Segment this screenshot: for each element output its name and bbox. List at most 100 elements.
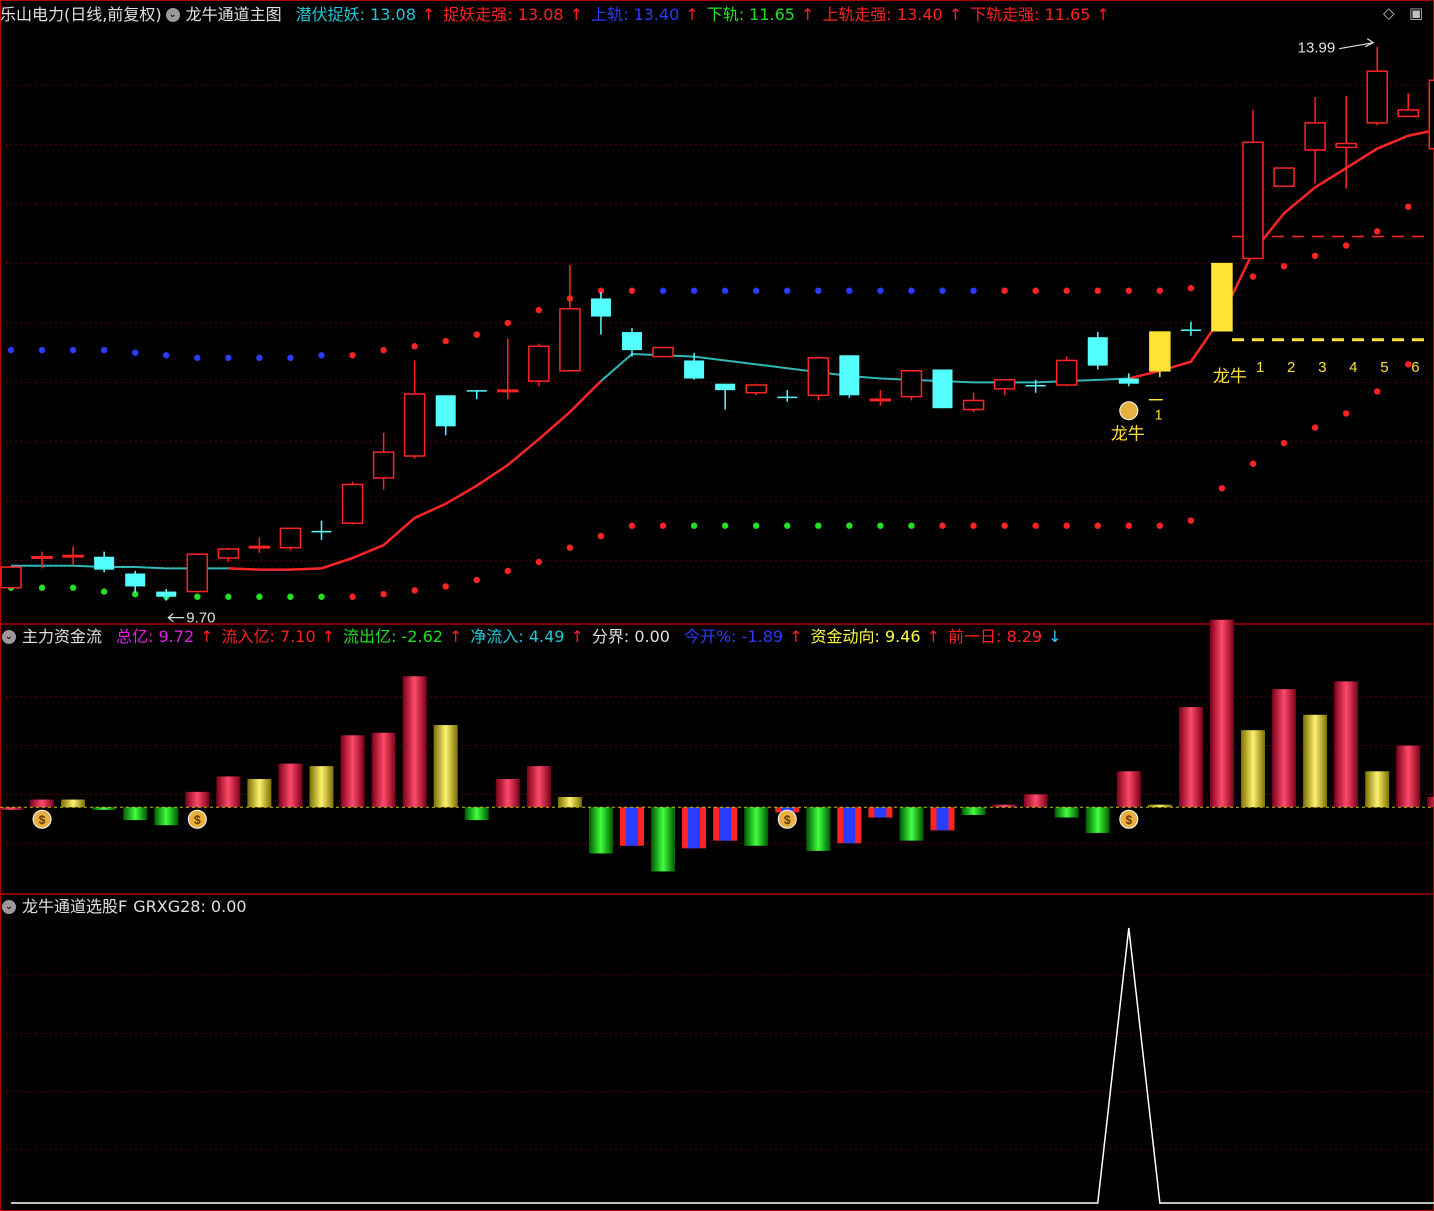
candle-body <box>1025 384 1046 387</box>
candle-body <box>528 345 550 382</box>
flow-bar <box>402 676 427 808</box>
upper-band-dot <box>784 287 791 294</box>
candle-body <box>311 530 332 533</box>
candle-body <box>1211 262 1233 332</box>
flow-value-item-3: 净流入: 4.49 <box>470 627 565 646</box>
day-count-label: 5 <box>1380 359 1388 376</box>
main-value-arrow-0: ↑ <box>421 5 436 24</box>
flow-value-arrow-5: ↑ <box>789 627 803 646</box>
flow-bar <box>340 735 365 808</box>
lower-band-dot <box>1094 522 1101 529</box>
candle-body <box>1180 329 1201 331</box>
upper-band-dot <box>411 343 418 350</box>
candle-body <box>1242 141 1264 260</box>
flow-value-item-4: 分界: 0.00 <box>591 627 670 646</box>
candle-body <box>1366 70 1388 124</box>
candle-body <box>900 370 923 398</box>
main-value-arrow-2: ↑ <box>685 5 699 24</box>
lower-band-dot <box>411 587 418 594</box>
lower-band-dot <box>846 522 853 529</box>
money-bag-glyph: $ <box>194 813 201 827</box>
candle-body <box>248 545 271 549</box>
lower-band-dot <box>100 588 108 595</box>
flow-bar <box>1023 794 1048 808</box>
candle-body <box>1273 167 1295 187</box>
selection-menu-icon[interactable]: ⌄ <box>2 900 16 914</box>
lower-band-dot <box>318 593 325 600</box>
window-icon[interactable]: ▣ <box>1409 4 1423 22</box>
selection-indicator-name[interactable]: 龙牛通道选股F <box>22 896 127 918</box>
flow-bar-inner <box>626 807 638 846</box>
lower-band-dot <box>597 532 605 540</box>
upper-band-dot <box>535 306 543 314</box>
candle-body <box>497 389 519 393</box>
stock-chart[interactable]: 13.999.701龙牛龙牛1234567$$$$ <box>0 0 1434 1211</box>
stock-title[interactable]: 乐山电力(日线,前复权) <box>0 4 162 26</box>
upper-band-dot <box>100 346 108 354</box>
candle-body <box>777 396 798 399</box>
upper-band-dot <box>939 287 946 294</box>
flow-bar <box>278 763 303 808</box>
candle-body <box>839 355 860 396</box>
upper-band-dot <box>1249 273 1257 280</box>
signal-label-2: 龙牛 <box>1213 367 1247 387</box>
money-bag-icon <box>1119 401 1139 421</box>
upper-band-dot <box>349 352 356 359</box>
candle-body <box>932 369 953 409</box>
candle-body <box>31 555 53 559</box>
indicator-menu-icon[interactable]: ⌄ <box>165 8 180 22</box>
lower-band-dot <box>1280 439 1288 447</box>
flow-bar-inner <box>874 807 887 818</box>
upper-band-dot <box>908 287 915 294</box>
upper-band-dot <box>442 337 449 345</box>
money-bag-glyph: $ <box>39 813 46 827</box>
upper-band-dot <box>1342 242 1350 249</box>
flow-bar <box>495 778 520 808</box>
flow-bar <box>1116 771 1141 808</box>
flow-bar-inner <box>936 807 949 831</box>
upper-band-dot <box>721 287 729 294</box>
selection-panel-header: ⌄ 龙牛通道选股F GRXG28: 0.00 <box>0 896 253 918</box>
upper-band-dot <box>318 352 325 359</box>
upper-band-dot <box>877 287 884 294</box>
upper-band-dot <box>1063 287 1070 294</box>
lower-band-dot <box>1032 522 1039 529</box>
candle-body <box>0 566 22 589</box>
candle-body <box>993 379 1016 390</box>
main-value-item-2: 上轨: 13.40 <box>591 5 680 24</box>
main-value-item-4: 上轨走强: 13.40 <box>822 5 943 24</box>
flow-bar <box>1272 689 1297 808</box>
max-price-label: 13.99 <box>1298 40 1336 57</box>
candle-body <box>1335 142 1357 149</box>
lower-band-dot <box>1156 522 1164 529</box>
upper-band-dot <box>380 346 387 354</box>
candle-body <box>622 332 642 351</box>
candle-body <box>1087 337 1108 366</box>
upper-band-dot <box>38 346 46 354</box>
flow-bar <box>30 799 55 808</box>
upper-band-dot <box>1156 287 1164 294</box>
lower-band-dot <box>1342 410 1350 417</box>
flow-bar <box>1178 707 1203 808</box>
lower-band-dot <box>287 593 294 600</box>
flow-indicator-name[interactable]: 主力资金流 <box>22 626 102 648</box>
upper-band-dot <box>753 287 760 294</box>
main-value-arrow-5: ↑ <box>1096 5 1110 24</box>
lower-band-dot <box>504 567 511 575</box>
candle-body <box>279 527 302 549</box>
lower-band-dot <box>1374 388 1381 395</box>
day-count-label: 3 <box>1318 359 1326 376</box>
flow-bar <box>899 807 924 841</box>
lower-band-dot <box>349 593 356 600</box>
upper-band-dot <box>194 354 201 362</box>
diamond-icon[interactable]: ◇ <box>1383 4 1395 22</box>
candle-body <box>62 554 84 558</box>
flow-bar <box>588 807 613 854</box>
flow-bar <box>651 807 676 872</box>
candle-body <box>807 357 830 397</box>
candle-body <box>1118 378 1139 384</box>
flow-menu-icon[interactable]: ⌄ <box>2 630 16 644</box>
indicator-name[interactable]: 龙牛通道主图 <box>186 4 282 26</box>
lower-band-dot <box>473 576 480 584</box>
lower-band-dot <box>690 522 698 529</box>
